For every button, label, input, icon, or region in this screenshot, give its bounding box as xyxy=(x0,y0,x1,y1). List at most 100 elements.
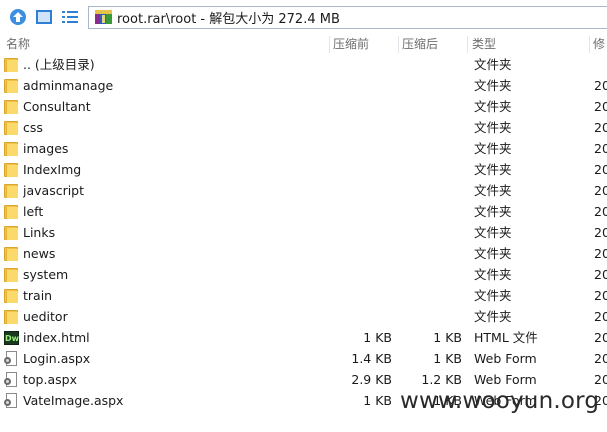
file-modified: 20 xyxy=(594,288,607,303)
file-modified: 20 xyxy=(594,225,607,240)
file-modified: 20 xyxy=(594,351,607,366)
file-row[interactable]: left 文件夹 20 xyxy=(0,201,607,222)
list-view-icon[interactable] xyxy=(61,8,79,26)
file-size xyxy=(330,159,392,180)
file-type: 文件夹 xyxy=(474,120,512,135)
folder-icon xyxy=(4,96,20,117)
file-row[interactable]: top.aspx 2.9 KB 1.2 KB Web Form 20 xyxy=(0,369,607,390)
file-row[interactable]: adminmanage 文件夹 20 xyxy=(0,75,607,96)
file-modified: 20 xyxy=(594,204,607,219)
dreamweaver-icon: Dw xyxy=(4,327,20,348)
folder-icon xyxy=(4,243,20,264)
file-type: HTML 文件 xyxy=(474,330,538,345)
folder-icon xyxy=(4,264,20,285)
column-divider[interactable] xyxy=(467,36,468,53)
file-name: images xyxy=(23,141,69,156)
file-size xyxy=(330,138,392,159)
folder-icon xyxy=(4,222,20,243)
file-packed-size xyxy=(400,96,462,117)
file-type: Web Form xyxy=(474,351,537,366)
column-divider[interactable] xyxy=(589,36,590,53)
file-row[interactable]: images 文件夹 20 xyxy=(0,138,607,159)
view-mode-icon[interactable] xyxy=(35,8,53,26)
file-list: .. (上级目录) 文件夹 adminmanage 文件夹 20 Consultant 文件… xyxy=(0,54,607,411)
file-row[interactable]: Dw index.html 1 KB 1 KB HTML 文件 20 xyxy=(0,327,607,348)
file-packed-size: 1 KB xyxy=(433,351,462,366)
folder-icon xyxy=(4,201,20,222)
file-name: news xyxy=(23,246,56,261)
file-modified: 20 xyxy=(594,183,607,198)
file-type: 文件夹 xyxy=(474,267,512,282)
file-packed-size xyxy=(400,159,462,180)
file-size: 1.4 KB xyxy=(351,351,392,366)
file-modified: 20 xyxy=(594,309,607,324)
file-size xyxy=(330,54,392,75)
file-row[interactable]: Consultant 文件夹 20 xyxy=(0,96,607,117)
archive-icon xyxy=(95,10,112,25)
folder-icon xyxy=(4,117,20,138)
file-type: 文件夹 xyxy=(474,78,512,93)
file-row[interactable]: .. (上级目录) 文件夹 xyxy=(0,54,607,75)
file-type: 文件夹 xyxy=(474,57,512,72)
folder-icon xyxy=(4,285,20,306)
file-name: adminmanage xyxy=(23,78,114,93)
file-name: system xyxy=(23,267,69,282)
file-name: Links xyxy=(23,225,56,240)
file-name: .. (上级目录) xyxy=(23,57,95,72)
file-type: 文件夹 xyxy=(474,225,512,240)
file-packed-size xyxy=(400,285,462,306)
file-type: 文件夹 xyxy=(474,204,512,219)
address-bar[interactable]: root.rar\root - 解包大小为 272.4 MB xyxy=(88,6,607,29)
file-size xyxy=(330,285,392,306)
file-modified: 20 xyxy=(594,99,607,114)
file-packed-size xyxy=(400,264,462,285)
file-name: javascript xyxy=(23,183,85,198)
file-type: 文件夹 xyxy=(474,141,512,156)
file-row[interactable]: javascript 文件夹 20 xyxy=(0,180,607,201)
file-name: Consultant xyxy=(23,99,91,114)
aspx-file-icon xyxy=(4,390,20,411)
file-packed-size xyxy=(400,117,462,138)
file-name: IndexImg xyxy=(23,162,82,177)
folder-icon xyxy=(4,54,20,75)
column-type[interactable]: 类型 xyxy=(472,34,590,54)
column-modified[interactable]: 修 xyxy=(593,34,607,54)
toolbar: root.rar\root - 解包大小为 272.4 MB xyxy=(0,0,607,34)
file-size: 1 KB xyxy=(363,330,392,345)
up-arrow-icon[interactable] xyxy=(9,8,27,26)
column-divider[interactable] xyxy=(398,36,399,53)
file-type: 文件夹 xyxy=(474,288,512,303)
file-type: 文件夹 xyxy=(474,246,512,261)
file-type: Web Form xyxy=(474,372,537,387)
folder-icon xyxy=(4,75,20,96)
folder-icon xyxy=(4,180,20,201)
folder-icon xyxy=(4,138,20,159)
file-type: 文件夹 xyxy=(474,309,512,324)
file-size xyxy=(330,243,392,264)
file-type: 文件夹 xyxy=(474,183,512,198)
folder-icon xyxy=(4,306,20,327)
file-size xyxy=(330,117,392,138)
file-modified: 20 xyxy=(594,141,607,156)
watermark: www.wooyun.org xyxy=(400,388,600,414)
file-row[interactable]: news 文件夹 20 xyxy=(0,243,607,264)
file-name: left xyxy=(23,204,44,219)
file-row[interactable]: Login.aspx 1.4 KB 1 KB Web Form 20 xyxy=(0,348,607,369)
file-name: ueditor xyxy=(23,309,68,324)
file-packed-size: 1.2 KB xyxy=(421,372,462,387)
column-packed[interactable]: 压缩后 xyxy=(402,34,466,54)
file-row[interactable]: train 文件夹 20 xyxy=(0,285,607,306)
file-row[interactable]: ueditor 文件夹 20 xyxy=(0,306,607,327)
file-type: 文件夹 xyxy=(474,162,512,177)
file-row[interactable]: system 文件夹 20 xyxy=(0,264,607,285)
file-row[interactable]: css 文件夹 20 xyxy=(0,117,607,138)
column-name[interactable]: 名称 xyxy=(6,34,306,54)
address-path: root.rar\root - 解包大小为 272.4 MB xyxy=(117,12,340,27)
file-row[interactable]: IndexImg 文件夹 20 xyxy=(0,159,607,180)
column-size[interactable]: 压缩前 xyxy=(333,34,397,54)
file-type: 文件夹 xyxy=(474,99,512,114)
file-modified: 20 xyxy=(594,78,607,93)
file-size xyxy=(330,306,392,327)
column-divider[interactable] xyxy=(329,36,330,53)
file-row[interactable]: Links 文件夹 20 xyxy=(0,222,607,243)
